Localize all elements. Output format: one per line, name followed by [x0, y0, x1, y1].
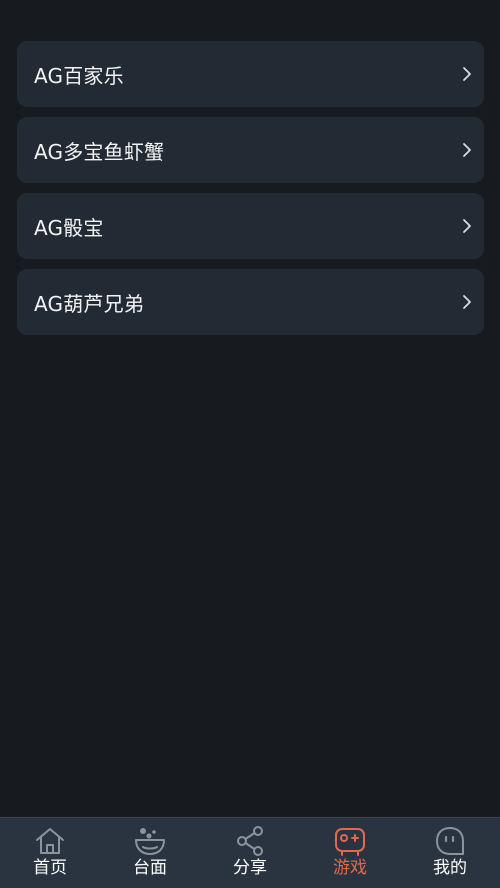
share-icon [237, 826, 263, 856]
tab-label: 我的 [433, 858, 467, 878]
gamepad-icon [335, 828, 365, 856]
tab-profile[interactable]: 我的 [400, 818, 500, 888]
game-list-screen: AG百家乐 AG多宝鱼虾蟹 AG骰宝 AG葫芦兄弟 首页 台面 分享 游戏 我的 [0, 0, 500, 888]
game-row-ag-sicbo[interactable]: AG骰宝 [17, 193, 484, 259]
table-bowl-icon [135, 828, 165, 855]
game-row-ag-calabash-brothers[interactable]: AG葫芦兄弟 [17, 269, 484, 335]
chevron-right-icon [463, 67, 471, 81]
profile-face-icon [436, 827, 464, 855]
game-row-ag-fish-prawn-crab[interactable]: AG多宝鱼虾蟹 [17, 117, 484, 183]
chevron-right-icon [463, 143, 471, 157]
tab-label: 游戏 [333, 858, 367, 878]
game-label: AG葫芦兄弟 [34, 291, 145, 316]
tab-label: 首页 [33, 858, 67, 878]
tab-label: 分享 [233, 858, 267, 878]
chevron-right-icon [463, 295, 471, 309]
tab-table[interactable]: 台面 [100, 818, 200, 888]
tab-share[interactable]: 分享 [200, 818, 300, 888]
tab-home[interactable]: 首页 [0, 818, 100, 888]
game-list: AG百家乐 AG多宝鱼虾蟹 AG骰宝 AG葫芦兄弟 [17, 41, 484, 345]
chevron-right-icon [463, 219, 471, 233]
game-label: AG百家乐 [34, 63, 124, 88]
tab-games[interactable]: 游戏 [300, 818, 400, 888]
home-icon [36, 828, 64, 854]
tab-label: 台面 [133, 858, 167, 878]
game-label: AG骰宝 [34, 215, 104, 240]
bottom-tab-bar: 首页 台面 分享 游戏 我的 [0, 817, 500, 888]
game-row-ag-baccarat[interactable]: AG百家乐 [17, 41, 484, 107]
game-label: AG多宝鱼虾蟹 [34, 139, 165, 164]
